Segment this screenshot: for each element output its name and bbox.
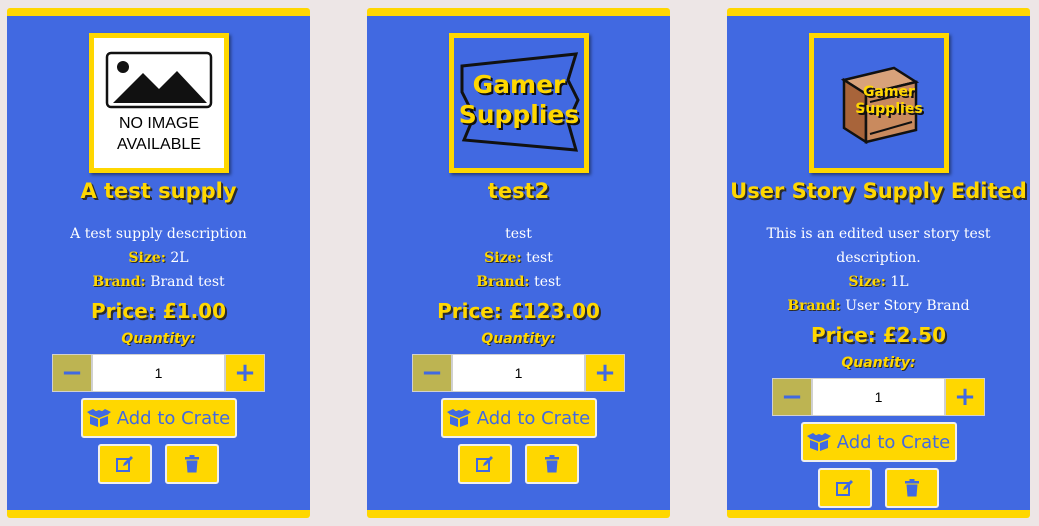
size-value: 2L xyxy=(170,250,189,266)
product-description: test xyxy=(505,226,532,242)
brand-label: Brand: xyxy=(476,274,530,290)
product-image: NO IMAGE AVAILABLE xyxy=(89,33,229,173)
decrement-button[interactable]: − xyxy=(412,354,452,392)
delete-button[interactable] xyxy=(525,444,579,484)
size-label: Size: xyxy=(484,250,522,266)
add-to-crate-button[interactable]: Add to Crate xyxy=(80,398,237,438)
decrement-button[interactable]: − xyxy=(52,354,92,392)
product-size: Size: 1L xyxy=(749,270,1008,294)
edit-icon xyxy=(116,456,133,472)
add-to-crate-button[interactable]: Add to Crate xyxy=(440,398,597,438)
increment-button[interactable]: + xyxy=(945,378,985,416)
product-size: Size: 2L xyxy=(29,246,288,270)
no-image-text: AVAILABLE xyxy=(117,136,201,153)
brand-value: User Story Brand xyxy=(845,298,970,314)
edit-button[interactable] xyxy=(818,468,872,508)
brand-value: Brand test xyxy=(150,274,225,290)
trash-icon xyxy=(905,479,919,497)
edit-icon xyxy=(836,480,853,496)
edit-icon xyxy=(476,456,493,472)
quantity-stepper: − + xyxy=(727,378,1030,416)
size-value: test xyxy=(526,250,553,266)
product-card: Gamer Supplies test2 test Size: test Bra… xyxy=(367,8,670,518)
brand-label: Brand: xyxy=(787,298,841,314)
quantity-stepper: − + xyxy=(367,354,670,392)
delete-button[interactable] xyxy=(885,468,939,508)
product-name: User Story Supply Edited xyxy=(730,179,1027,203)
product-price: Price: £2.50 xyxy=(810,323,947,347)
increment-button[interactable]: + xyxy=(225,354,265,392)
box-open-icon xyxy=(806,433,831,451)
size-label: Size: xyxy=(128,250,166,266)
product-name: A test supply xyxy=(80,179,237,203)
product-brand: Brand: User Story Brand xyxy=(749,294,1008,318)
quantity-label: Quantity: xyxy=(121,331,196,347)
trash-icon xyxy=(185,455,199,473)
brand-value: test xyxy=(534,274,561,290)
product-card: NO IMAGE AVAILABLE A test supply A test … xyxy=(7,8,310,518)
quantity-input[interactable] xyxy=(92,354,225,392)
add-to-crate-label: Add to Crate xyxy=(476,407,591,429)
product-brand: Brand: test xyxy=(389,270,648,294)
brand-label: Brand: xyxy=(92,274,146,290)
add-to-crate-label: Add to Crate xyxy=(836,431,951,453)
trash-icon xyxy=(545,455,559,473)
logo-text: Gamer xyxy=(472,70,566,99)
edit-button[interactable] xyxy=(98,444,152,484)
delete-button[interactable] xyxy=(165,444,219,484)
size-value: 1L xyxy=(890,274,909,290)
box-open-icon xyxy=(86,409,111,427)
box-open-icon xyxy=(446,409,471,427)
logo-text: Gamer xyxy=(863,84,915,100)
product-card: Gamer Supplies User Story Supply Edited … xyxy=(727,8,1030,518)
add-to-crate-button[interactable]: Add to Crate xyxy=(800,422,957,462)
product-name: test2 xyxy=(487,179,550,203)
logo-text: Supplies xyxy=(855,101,923,117)
no-image-icon xyxy=(105,51,213,109)
product-size: Size: test xyxy=(389,246,648,270)
no-image-text: NO IMAGE xyxy=(118,115,199,132)
edit-button[interactable] xyxy=(458,444,512,484)
quantity-stepper: − + xyxy=(7,354,310,392)
quantity-label: Quantity: xyxy=(481,331,556,347)
product-brand: Brand: Brand test xyxy=(29,270,288,294)
size-label: Size: xyxy=(848,274,886,290)
product-description: A test supply description xyxy=(70,226,247,242)
add-to-crate-label: Add to Crate xyxy=(116,407,231,429)
product-price: Price: £123.00 xyxy=(437,299,600,323)
product-image: Gamer Supplies xyxy=(449,33,589,173)
quantity-input[interactable] xyxy=(452,354,585,392)
quantity-label: Quantity: xyxy=(841,355,916,371)
product-image: Gamer Supplies xyxy=(809,33,949,173)
product-description: This is an edited user story test descri… xyxy=(766,226,991,266)
decrement-button[interactable]: − xyxy=(772,378,812,416)
logo-text: Supplies xyxy=(458,100,580,129)
increment-button[interactable]: + xyxy=(585,354,625,392)
quantity-input[interactable] xyxy=(812,378,945,416)
product-price: Price: £1.00 xyxy=(90,299,227,323)
